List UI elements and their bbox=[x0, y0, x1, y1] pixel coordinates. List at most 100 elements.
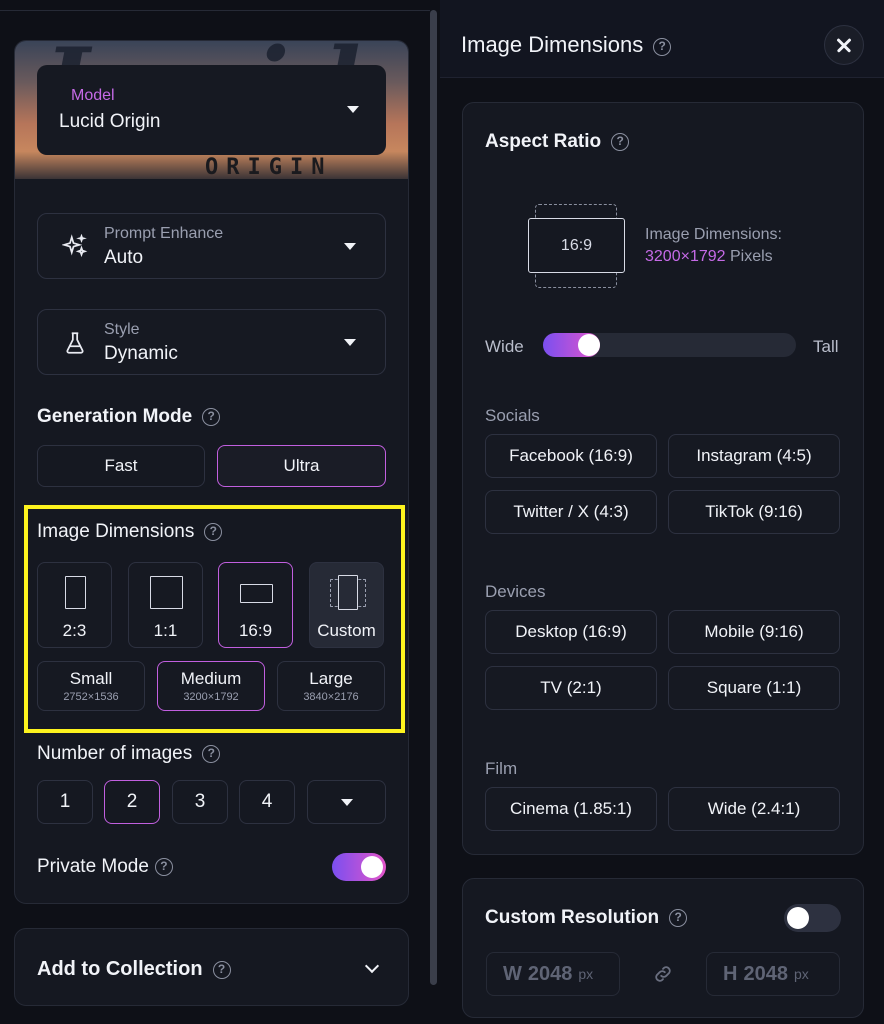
num-images-2-button[interactable]: 2 bbox=[104, 780, 160, 824]
help-icon[interactable]: ? bbox=[202, 745, 221, 763]
size-medium-button[interactable]: Medium 3200×1792 bbox=[157, 661, 265, 711]
preset-instagram-button[interactable]: Instagram (4:5) bbox=[668, 434, 840, 478]
custom-resolution-toggle[interactable] bbox=[784, 904, 841, 932]
aspect-ratio-slider[interactable] bbox=[543, 333, 796, 357]
aspect-16-9-button[interactable]: 16:9 bbox=[218, 562, 293, 648]
custom-width-field[interactable]: W 2048 px bbox=[486, 952, 620, 996]
help-icon[interactable]: ? bbox=[653, 38, 672, 56]
mode-ultra-label: Ultra bbox=[283, 456, 320, 475]
custom-resolution-title-text: Custom Resolution bbox=[485, 907, 660, 928]
preset-square-button[interactable]: Square (1:1) bbox=[668, 666, 840, 710]
aspect-preview-box: 16:9 bbox=[528, 218, 625, 273]
slider-wide-label: Wide bbox=[485, 337, 524, 356]
dimensions-panel-title: Image Dimensions? bbox=[461, 32, 672, 58]
aspect-2-3-button[interactable]: 2:3 bbox=[37, 562, 112, 648]
film-group-label: Film bbox=[485, 759, 518, 778]
num-images-3-label: 3 bbox=[194, 791, 206, 812]
preset-mobile-button[interactable]: Mobile (9:16) bbox=[668, 610, 840, 654]
help-icon[interactable]: ? bbox=[154, 858, 173, 876]
style-label: Style bbox=[104, 321, 140, 338]
size-medium-dims: 3200×1792 bbox=[183, 691, 239, 703]
width-unit: px bbox=[578, 966, 594, 982]
size-large-dims: 3840×2176 bbox=[303, 691, 359, 703]
top-divider-line bbox=[0, 10, 430, 11]
preset-mobile-label: Mobile (9:16) bbox=[704, 622, 804, 641]
preset-tiktok-label: TikTok (9:16) bbox=[705, 502, 803, 521]
custom-resolution-card bbox=[462, 878, 864, 1018]
number-of-images-title: Number of images? bbox=[37, 743, 221, 765]
height-value: 2048 bbox=[743, 962, 788, 985]
num-images-2-label: 2 bbox=[126, 791, 138, 812]
chevron-down-icon bbox=[364, 958, 380, 974]
aspect-preview-label: 16:9 bbox=[560, 236, 593, 254]
square-shape-icon bbox=[150, 576, 183, 609]
chevron-down-icon bbox=[340, 798, 353, 806]
banner-origin-text: ORIGIN bbox=[205, 155, 333, 180]
size-small-label: Small bbox=[69, 669, 113, 688]
link-icon[interactable] bbox=[652, 963, 674, 985]
model-value: Lucid Origin bbox=[59, 111, 161, 132]
aspect-ratio-slider-handle[interactable] bbox=[577, 334, 600, 356]
preset-tv-button[interactable]: TV (2:1) bbox=[485, 666, 657, 710]
flask-icon bbox=[66, 332, 84, 354]
generation-mode-title-text: Generation Mode bbox=[37, 406, 193, 427]
num-images-4-label: 4 bbox=[261, 791, 273, 812]
model-banner-image: Lucid ORIGIN Model Lucid Origin bbox=[15, 41, 408, 180]
preset-twitter-button[interactable]: Twitter / X (4:3) bbox=[485, 490, 657, 534]
preset-square-label: Square (1:1) bbox=[706, 678, 802, 697]
help-icon[interactable]: ? bbox=[204, 523, 223, 541]
mode-fast-button[interactable]: Fast bbox=[37, 445, 205, 487]
style-selector[interactable]: Style Dynamic bbox=[37, 309, 386, 375]
panel-divider-scrollbar[interactable] bbox=[430, 10, 437, 985]
chevron-down-icon bbox=[347, 106, 359, 113]
preset-cinema-button[interactable]: Cinema (1.85:1) bbox=[485, 787, 657, 831]
custom-inner-shape-icon bbox=[338, 575, 358, 610]
portrait-shape-icon bbox=[65, 576, 86, 609]
generation-mode-title: Generation Mode? bbox=[37, 406, 221, 428]
prompt-enhance-selector[interactable]: Prompt Enhance Auto bbox=[37, 213, 386, 279]
close-icon[interactable] bbox=[824, 25, 864, 65]
mode-ultra-button[interactable]: Ultra bbox=[217, 445, 386, 487]
help-icon[interactable]: ? bbox=[669, 909, 688, 927]
size-small-button[interactable]: Small 2752×1536 bbox=[37, 661, 145, 711]
help-icon[interactable]: ? bbox=[212, 961, 231, 979]
chevron-down-icon bbox=[344, 243, 356, 250]
socials-group-label: Socials bbox=[485, 406, 540, 425]
preset-facebook-label: Facebook (16:9) bbox=[509, 446, 633, 465]
model-label: Model bbox=[71, 87, 115, 104]
num-images-more-dropdown[interactable] bbox=[307, 780, 386, 824]
preset-tiktok-button[interactable]: TikTok (9:16) bbox=[668, 490, 840, 534]
number-of-images-title-text: Number of images bbox=[37, 743, 193, 764]
size-small-dims: 2752×1536 bbox=[63, 691, 119, 703]
private-mode-toggle[interactable] bbox=[332, 853, 386, 881]
aspect-16-9-label: 16:9 bbox=[238, 621, 273, 640]
height-prefix: H bbox=[723, 962, 738, 985]
preset-cinema-label: Cinema (1.85:1) bbox=[510, 799, 632, 818]
help-icon[interactable]: ? bbox=[611, 133, 630, 151]
private-mode-label: Private Mode? bbox=[37, 856, 173, 878]
preset-wide-button[interactable]: Wide (2.4:1) bbox=[668, 787, 840, 831]
private-mode-label-text: Private Mode bbox=[37, 856, 149, 877]
num-images-3-button[interactable]: 3 bbox=[172, 780, 228, 824]
num-images-1-button[interactable]: 1 bbox=[37, 780, 93, 824]
num-images-4-button[interactable]: 4 bbox=[239, 780, 295, 824]
preset-desktop-button[interactable]: Desktop (16:9) bbox=[485, 610, 657, 654]
size-large-button[interactable]: Large 3840×2176 bbox=[277, 661, 385, 711]
aspect-1-1-button[interactable]: 1:1 bbox=[128, 562, 203, 648]
preset-facebook-button[interactable]: Facebook (16:9) bbox=[485, 434, 657, 478]
preset-instagram-label: Instagram (4:5) bbox=[696, 446, 812, 465]
chevron-down-icon bbox=[344, 339, 356, 346]
image-dimensions-info-label: Image Dimensions: bbox=[645, 226, 782, 243]
aspect-ratio-title: Aspect Ratio? bbox=[485, 131, 630, 153]
landscape-shape-icon bbox=[240, 584, 273, 603]
sparkles-icon bbox=[62, 234, 88, 258]
help-icon[interactable]: ? bbox=[202, 408, 221, 426]
num-images-1-label: 1 bbox=[59, 791, 71, 812]
model-selector[interactable]: Model Lucid Origin bbox=[37, 65, 386, 155]
custom-height-field[interactable]: H 2048 px bbox=[706, 952, 840, 996]
aspect-custom-button[interactable]: Custom bbox=[309, 562, 384, 648]
image-dimensions-title-text: Image Dimensions bbox=[37, 521, 195, 542]
prompt-enhance-value: Auto bbox=[104, 247, 144, 268]
image-dimensions-title: Image Dimensions? bbox=[37, 521, 223, 543]
add-to-collection-accordion[interactable]: Add to Collection? bbox=[14, 928, 409, 1006]
